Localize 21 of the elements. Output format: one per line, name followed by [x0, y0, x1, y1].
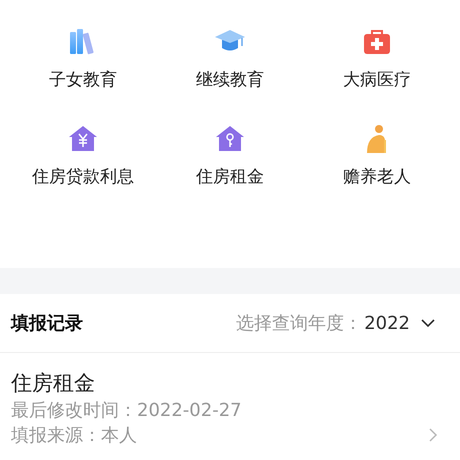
category-item[interactable]: 住房贷款利息: [8, 123, 158, 188]
category-item[interactable]: 子女教育: [8, 26, 158, 91]
category-label: 赡养老人: [343, 166, 411, 188]
record-item[interactable]: 住房租金 最后修改时间：2022-02-27 填报来源：本人: [0, 353, 460, 447]
record-title: 住房租金: [11, 370, 96, 397]
category-label: 大病医疗: [343, 69, 411, 91]
category-label: 继续教育: [196, 69, 264, 91]
year-selector[interactable]: 选择查询年度：2022: [236, 311, 436, 335]
record-detail: 最后修改时间：2022-02-27: [11, 399, 242, 422]
category-item[interactable]: 赡养老人: [302, 123, 452, 188]
category-item[interactable]: 继续教育: [158, 26, 302, 91]
year-prompt: 选择查询年度：: [236, 312, 362, 335]
category-label: 住房租金: [196, 166, 264, 188]
category-label: 子女教育: [49, 69, 117, 91]
section-title: 填报记录: [11, 312, 83, 335]
category-item[interactable]: 大病医疗: [302, 26, 452, 91]
record-detail: 填报来源：本人: [11, 424, 138, 447]
category-item[interactable]: 住房租金: [158, 123, 302, 188]
year-value: 2022: [364, 312, 410, 334]
category-label: 住房贷款利息: [32, 166, 134, 188]
chevron-right-icon: [428, 427, 438, 443]
